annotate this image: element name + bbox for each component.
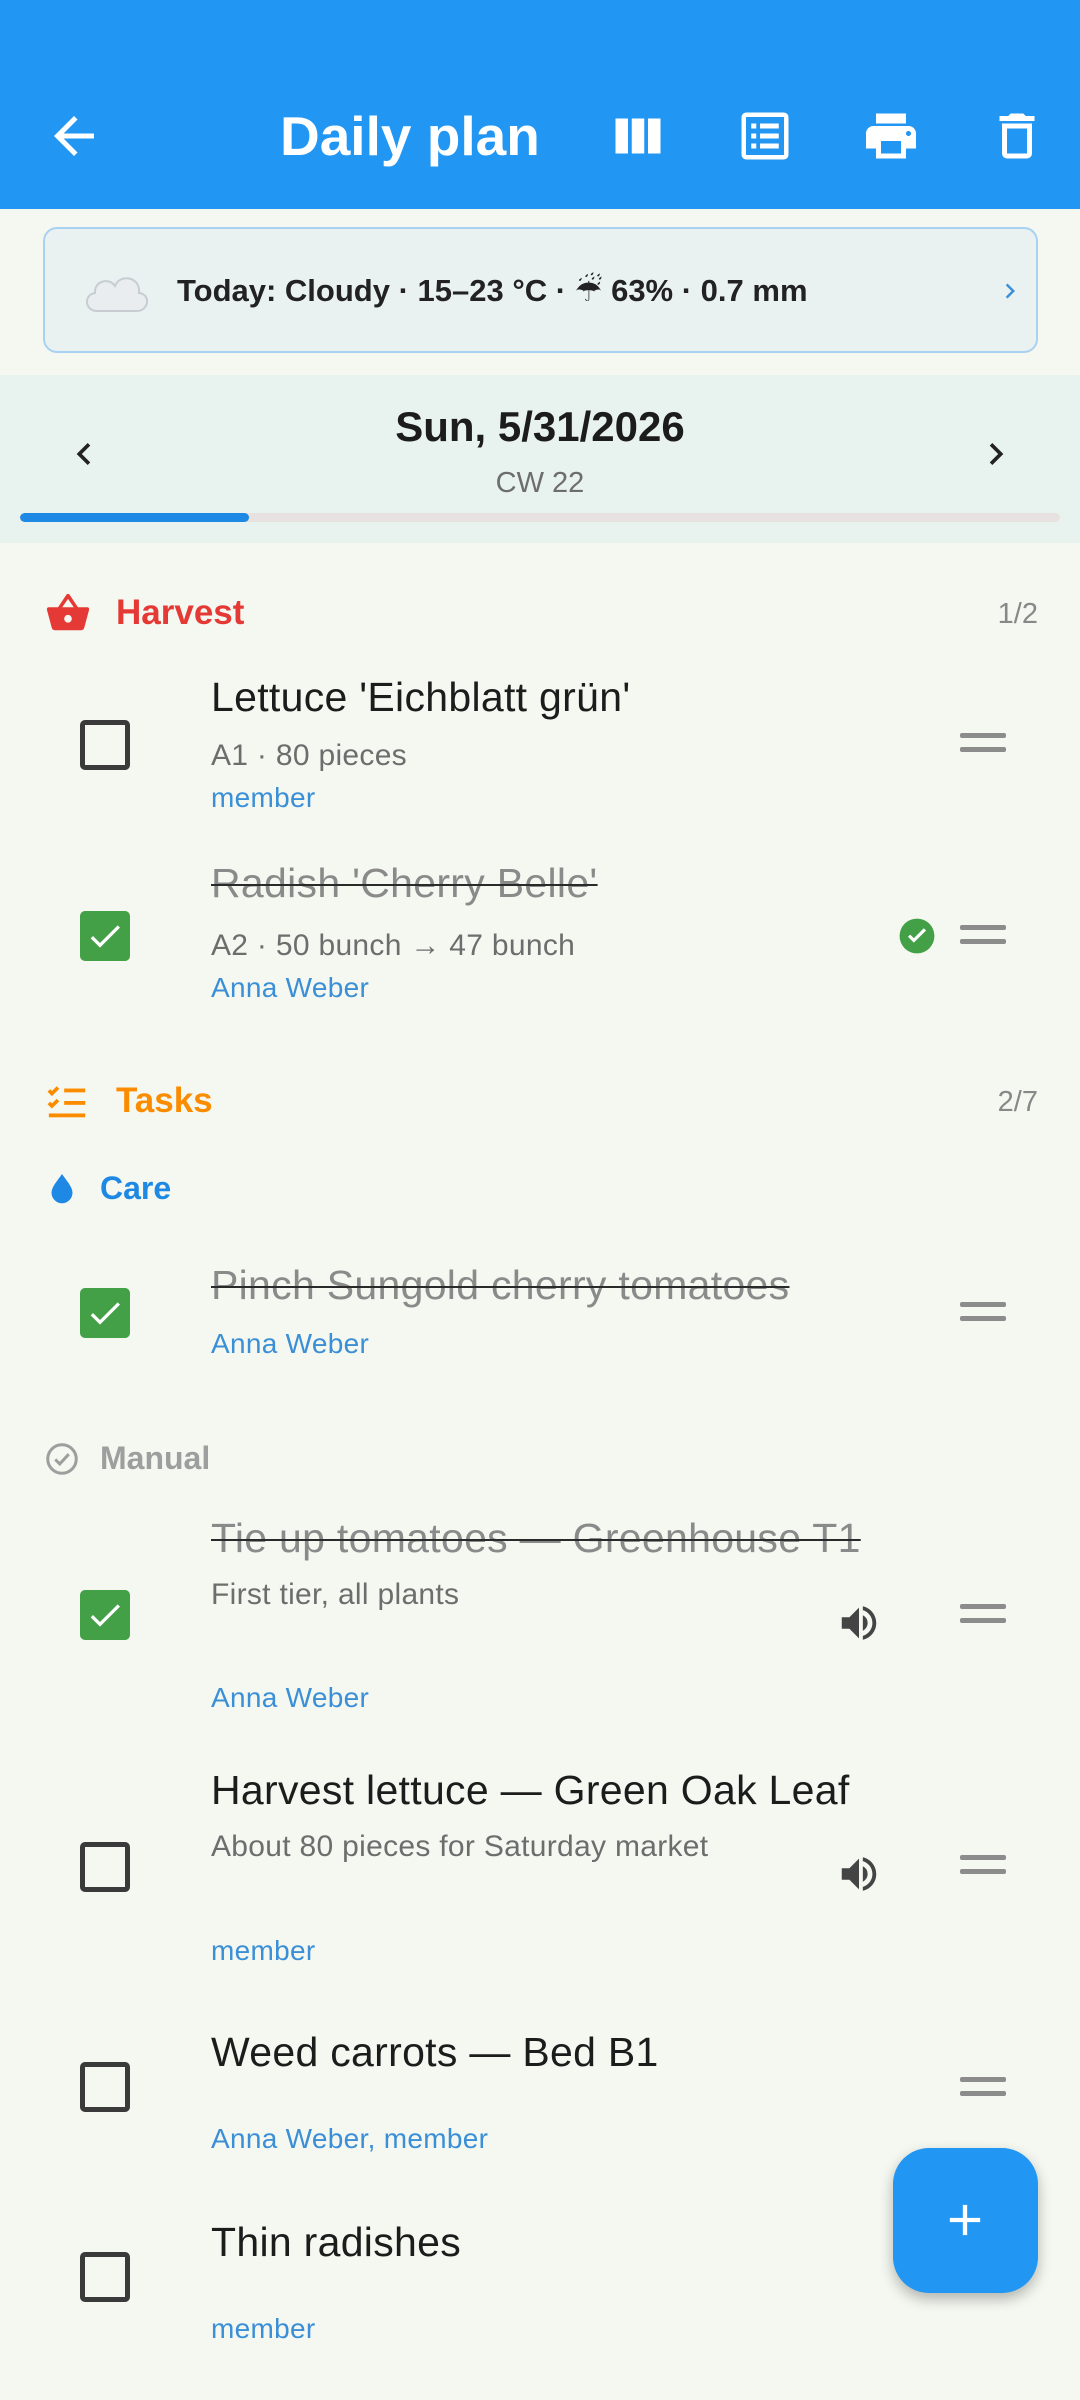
checkbox[interactable] <box>80 1842 130 1892</box>
item-detail: A2 · 50 bunch → 47 bunch <box>211 929 576 962</box>
item-detail: First tier, all plants <box>211 1578 460 1611</box>
columns-view-icon[interactable] <box>608 106 668 166</box>
drag-handle[interactable] <box>960 925 1008 949</box>
check-icon <box>90 1302 120 1325</box>
cloud-icon <box>86 277 148 312</box>
item-title: Pinch Sungold cherry tomatoes <box>211 1262 790 1308</box>
item-assignee: Anna Weber <box>211 972 370 1003</box>
weather-card[interactable]: Today: Cloudy · 15–23 °C · ☔ 63% · 0.7 m… <box>43 227 1038 353</box>
list-item: Weed carrots — Bed B1 Anna Weber, member <box>0 2020 1080 2170</box>
section-harvest: Harvest 1/2 <box>0 582 1080 642</box>
add-task-button[interactable] <box>893 2148 1038 2293</box>
section-title: Tasks <box>116 1081 213 1120</box>
section-count: 1/2 <box>997 598 1038 630</box>
checkbox[interactable] <box>80 911 130 961</box>
day-progress-fill <box>20 513 249 522</box>
weather-summary: Today: Cloudy · 15–23 °C · ☔ 63% · 0.7 m… <box>177 273 808 308</box>
item-title: Weed carrots — Bed B1 <box>211 2029 659 2075</box>
basket-icon <box>46 593 90 631</box>
print-icon[interactable] <box>861 106 921 166</box>
drag-handle[interactable] <box>960 733 1008 757</box>
current-date: Sun, 5/31/2026 <box>395 403 685 450</box>
item-assignee: member <box>211 782 316 813</box>
list-item: Lettuce 'Eichblatt grün' A1 · 80 pieces … <box>0 660 1080 830</box>
drag-handle[interactable] <box>960 2077 1008 2101</box>
drag-handle[interactable] <box>960 1604 1008 1628</box>
item-assignee: Anna Weber <box>211 1328 370 1359</box>
speaker-icon[interactable] <box>836 1851 882 1897</box>
chevron-right-icon <box>1005 283 1015 299</box>
item-assignee: member <box>211 1935 316 1966</box>
calendar-week: CW 22 <box>495 467 585 499</box>
day-progress-bar <box>20 513 1060 522</box>
item-assignee: Anna Weber, member <box>211 2123 489 2154</box>
subsection-title: Care <box>100 1170 172 1206</box>
item-detail: About 80 pieces for Saturday market <box>211 1830 709 1863</box>
item-title: Radish 'Cherry Belle' <box>211 860 598 906</box>
item-assignee: Anna Weber <box>211 1682 370 1713</box>
checkbox[interactable] <box>80 720 130 770</box>
subsection-manual: Manual <box>0 1430 1080 1486</box>
app-bar: Daily plan <box>0 0 1080 209</box>
list-item: Tie up tomatoes — Greenhouse T1 First ti… <box>0 1505 1080 1725</box>
section-title: Harvest <box>116 593 245 632</box>
section-tasks: Tasks 2/7 <box>0 1070 1080 1130</box>
delete-icon[interactable] <box>987 106 1047 166</box>
checkbox[interactable] <box>80 1590 130 1640</box>
drag-handle[interactable] <box>960 1302 1008 1326</box>
item-title: Thin radishes <box>211 2219 462 2265</box>
speaker-icon[interactable] <box>836 1600 882 1646</box>
check-circle-outline-icon <box>46 1443 78 1475</box>
chevron-right-icon[interactable] <box>974 427 1018 481</box>
list-item: Harvest lettuce — Green Oak Leaf About 8… <box>0 1755 1080 1980</box>
item-title: Lettuce 'Eichblatt grün' <box>211 674 631 720</box>
page-title: Daily plan <box>280 105 540 167</box>
check-icon <box>90 1604 120 1627</box>
check-circle-icon <box>899 918 935 954</box>
item-assignee: member <box>211 2313 316 2344</box>
list-view-icon[interactable] <box>735 106 795 166</box>
subsection-care: Care <box>0 1160 1080 1216</box>
drag-handle[interactable] <box>960 1855 1008 1879</box>
date-navigator: Sun, 5/31/2026 CW 22 <box>0 375 1080 543</box>
list-item: Pinch Sungold cherry tomatoes Anna Weber <box>0 1250 1080 1380</box>
checkbox[interactable] <box>80 2252 130 2302</box>
checklist-icon <box>47 1086 86 1118</box>
add-icon <box>949 2204 981 2236</box>
item-title: Tie up tomatoes — Greenhouse T1 <box>211 1515 861 1561</box>
checkbox[interactable] <box>80 1288 130 1338</box>
subsection-title: Manual <box>100 1440 211 1476</box>
item-title: Harvest lettuce — Green Oak Leaf <box>211 1767 850 1813</box>
water-drop-icon <box>51 1174 73 1204</box>
arrow-back-icon[interactable] <box>44 106 104 166</box>
item-detail: A1 · 80 pieces <box>211 739 407 772</box>
check-icon <box>90 925 120 948</box>
section-count: 2/7 <box>997 1086 1038 1118</box>
checkbox[interactable] <box>80 2062 130 2112</box>
list-item: Radish 'Cherry Belle' A2 · 50 bunch → 47… <box>0 850 1080 1020</box>
